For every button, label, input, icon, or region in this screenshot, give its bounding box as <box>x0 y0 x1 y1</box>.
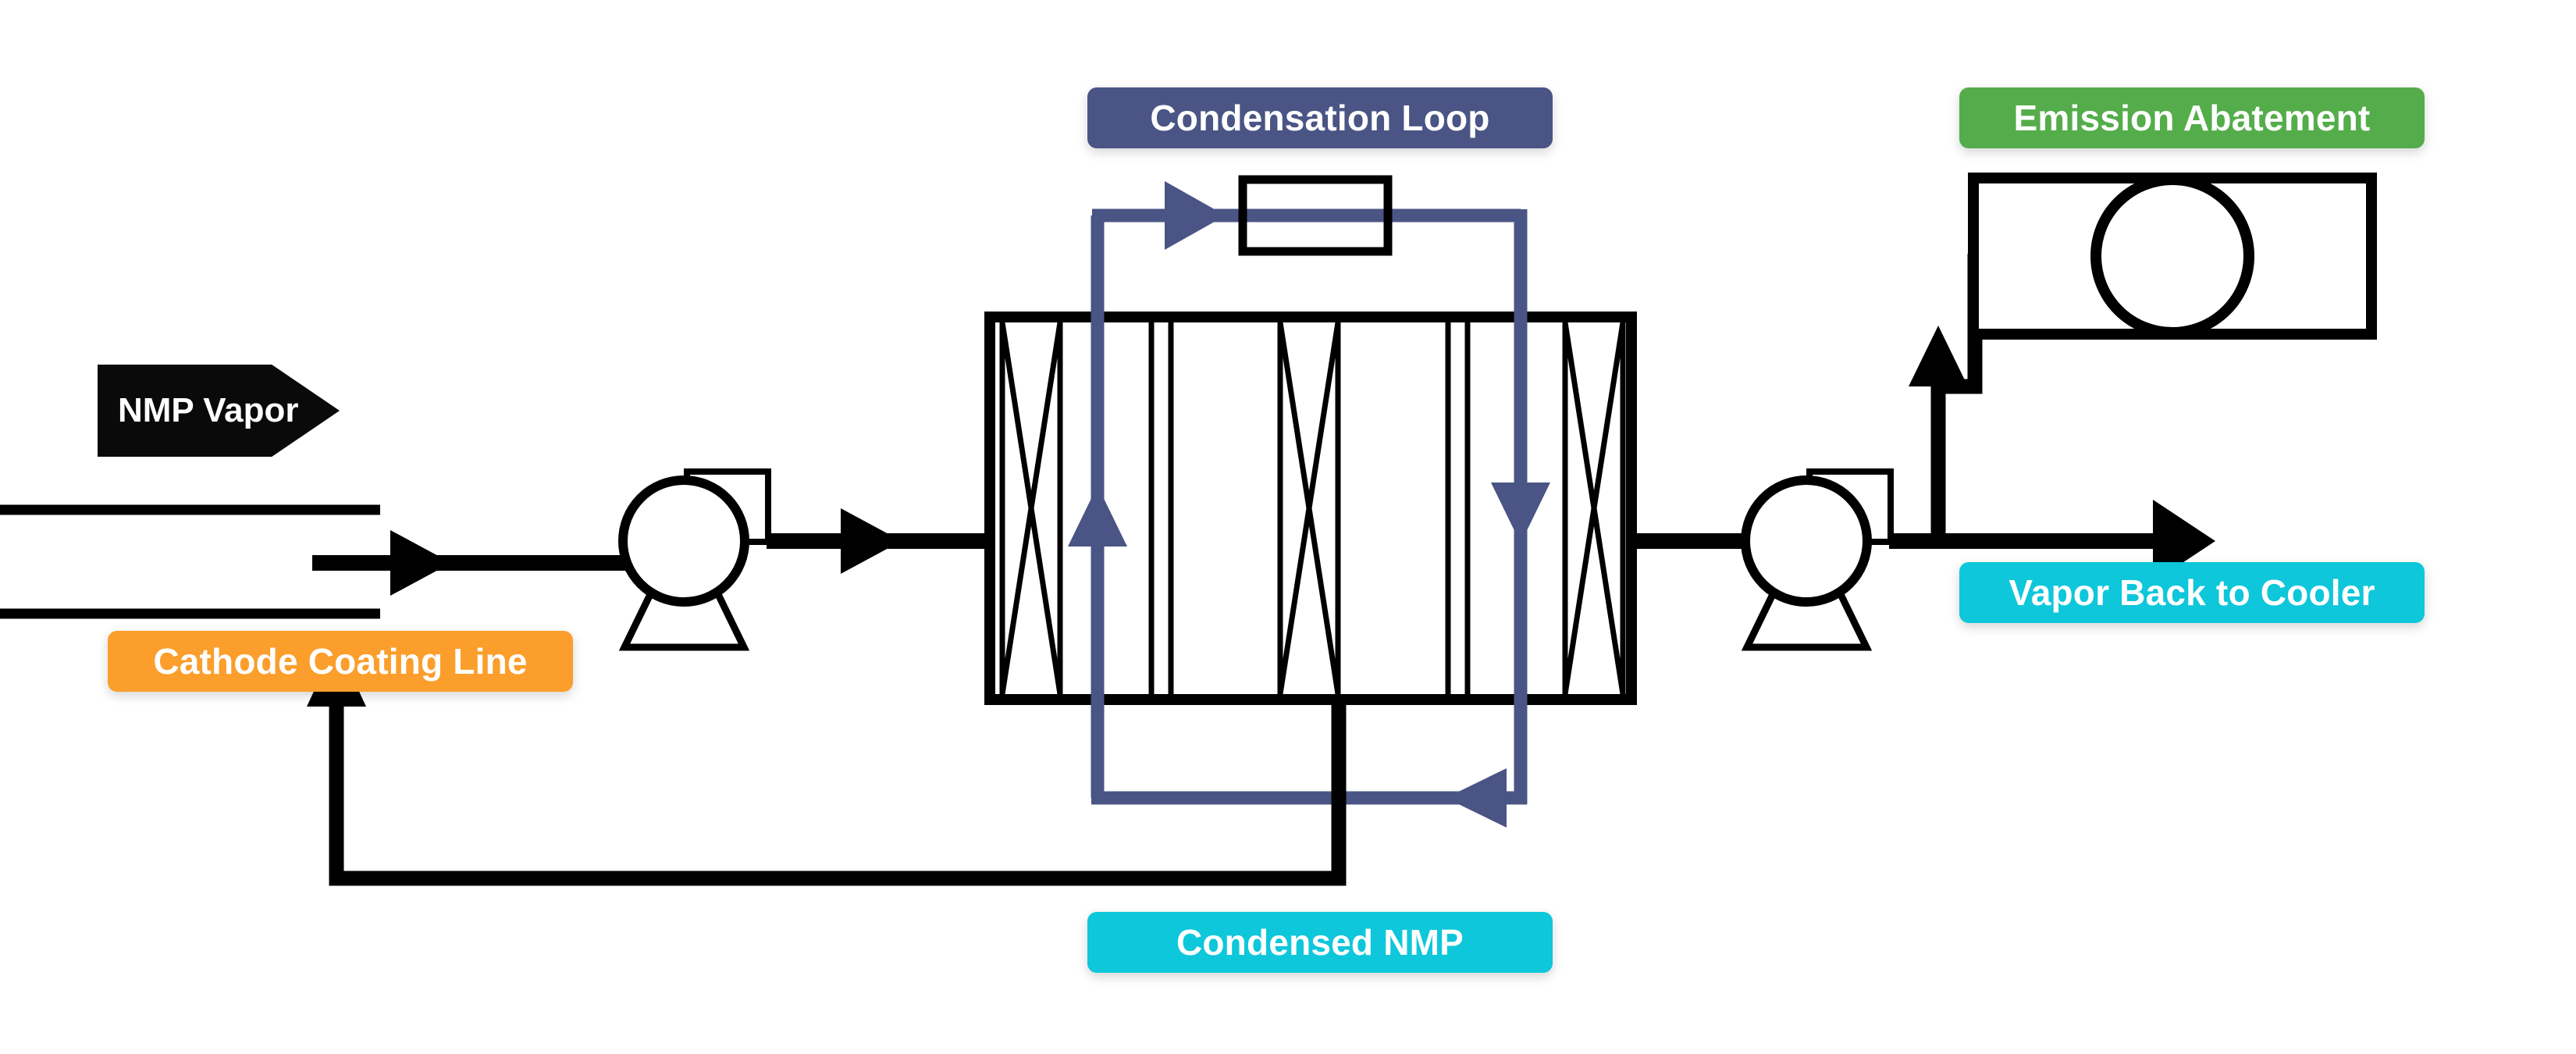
flow-canvas <box>0 173 2377 886</box>
label-emission-abatement: Emission Abatement <box>1959 87 2425 148</box>
label-condensation-loop: Condensation Loop <box>1087 87 1553 148</box>
arrowhead-coolant-top <box>1165 181 1226 250</box>
inlet-blower <box>618 468 771 651</box>
arrowhead-vapor-abatement <box>1909 326 1968 386</box>
label-condensed-nmp: Condensed NMP <box>1087 912 1553 973</box>
process-flow-diagram: NMP Vapor Condensation Loop Emission Aba… <box>0 0 2576 1054</box>
label-vapor-back-to-cooler: Vapor Back to Cooler <box>1959 562 2425 623</box>
stream-vapor-abatement <box>1909 254 1983 547</box>
arrowhead-coolant-bottom <box>1446 768 1507 828</box>
abatement-drum-icon <box>2090 174 2254 338</box>
abatement-unit <box>1968 173 2377 340</box>
arrowhead-blower-to-hx <box>841 508 902 574</box>
stream-blower-to-hx <box>767 508 990 574</box>
arrowhead-vapor-in <box>390 530 451 596</box>
outlet-blower <box>1741 468 1894 651</box>
stream-vapor-in <box>312 530 648 596</box>
label-cathode-coating-line: Cathode Coating Line <box>108 631 573 692</box>
